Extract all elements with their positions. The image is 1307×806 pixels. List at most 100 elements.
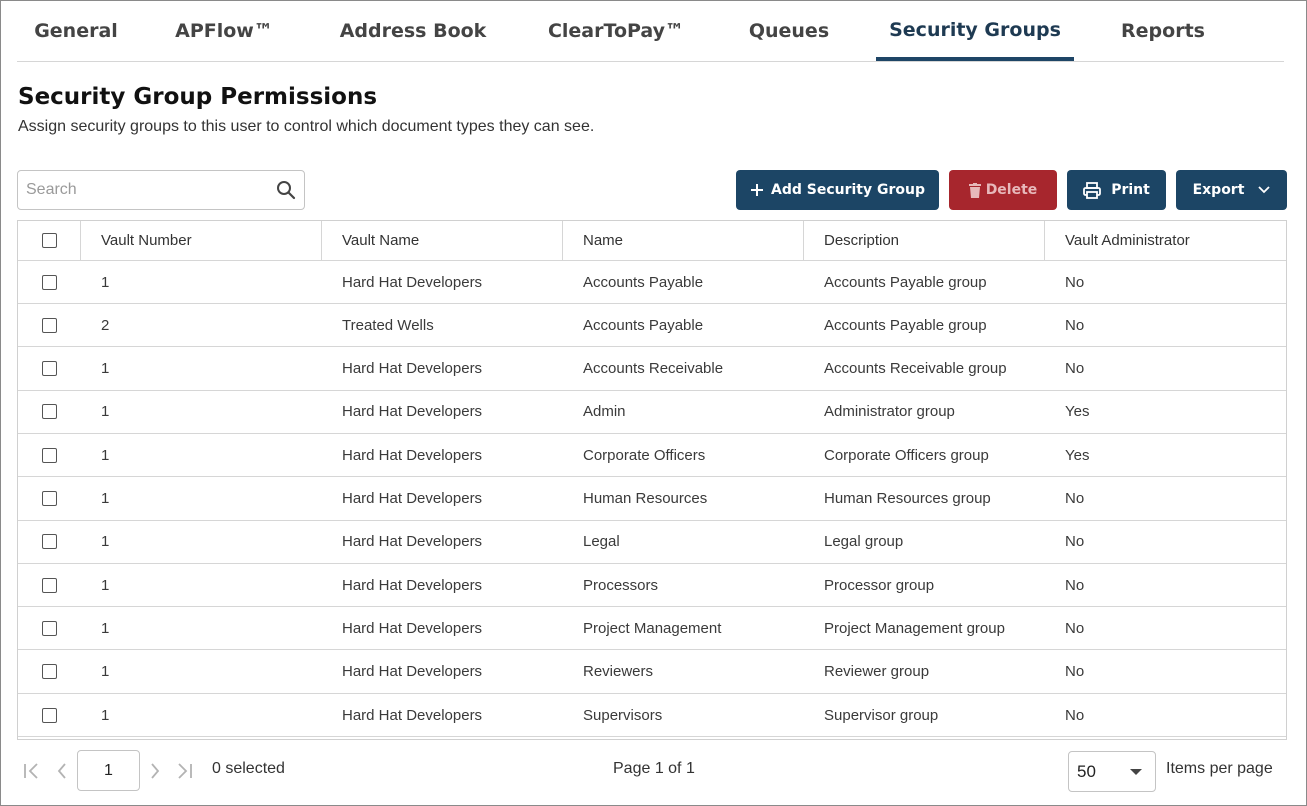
row-checkbox-cell	[18, 564, 81, 606]
table-row[interactable]: 1 Hard Hat Developers Legal Legal group No	[18, 521, 1286, 564]
print-button[interactable]: Print	[1067, 170, 1166, 210]
cell-vault-administrator: No	[1065, 490, 1085, 507]
search-icon[interactable]	[276, 180, 296, 200]
cell-description: Accounts Receivable group	[824, 360, 1007, 378]
previous-page-icon[interactable]	[52, 760, 72, 782]
tab-security-groups[interactable]: Security Groups	[876, 0, 1074, 61]
add-security-group-label: Add Security Group	[771, 182, 925, 198]
table-row[interactable]: 1 Hard Hat Developers Reviewers Reviewer gr…	[18, 651, 1286, 694]
cell-vault-number: 2	[101, 316, 110, 334]
row-checkbox[interactable]	[42, 664, 57, 680]
page-title: Security Group Permissions	[18, 84, 378, 110]
chevron-down-icon	[1258, 186, 1271, 194]
column-header-vault-number[interactable]: Vault Number	[81, 221, 322, 260]
tab-general[interactable]: General	[17, 0, 135, 62]
cell-name: Reviewers	[583, 663, 654, 681]
search-input[interactable]	[18, 171, 268, 209]
trash-icon	[968, 182, 981, 198]
export-button[interactable]: Export	[1176, 170, 1287, 210]
table-row[interactable]: 1 Hard Hat Developers Accounts Receivable A…	[18, 348, 1286, 391]
column-header-name[interactable]: Name	[563, 221, 804, 260]
row-checkbox[interactable]	[42, 404, 57, 420]
cell-vault-number: 1	[101, 360, 110, 378]
row-checkbox-cell	[18, 607, 81, 649]
page-subtitle: Assign security groups to this user to c…	[18, 118, 595, 135]
items-per-page-label: Items per page	[1166, 760, 1273, 777]
cell-vault-administrator: No	[1065, 360, 1085, 378]
cell-name: Processors	[583, 576, 659, 594]
next-page-icon[interactable]	[145, 760, 165, 782]
row-checkbox[interactable]	[42, 707, 57, 723]
cell-vault-name: Hard Hat Developers	[342, 273, 483, 291]
row-checkbox-cell	[18, 521, 81, 563]
cell-vault-administrator: No	[1065, 576, 1085, 594]
delete-button[interactable]: Delete	[949, 170, 1057, 210]
cell-vault-name: Hard Hat Developers	[342, 619, 483, 637]
cell-description: Project Management group	[824, 619, 1005, 637]
tab-address-book[interactable]: Address Book	[333, 0, 493, 62]
row-checkbox[interactable]	[42, 577, 57, 593]
first-page-icon[interactable]	[22, 760, 42, 782]
table-row[interactable]: 1 Hard Hat Developers Processors Processor …	[18, 564, 1286, 608]
items-per-page-value: 50	[1077, 762, 1096, 781]
row-checkbox-cell	[18, 261, 81, 303]
cell-vault-administrator: No	[1065, 533, 1085, 551]
column-header-vault-name[interactable]: Vault Name	[322, 221, 563, 260]
cell-description: Accounts Payable group	[824, 273, 987, 291]
table-row[interactable]: 1 Hard Hat Developers Project Management Pr…	[18, 607, 1286, 651]
table-row[interactable]: 1 Hard Hat Developers Human Resources Human…	[18, 478, 1286, 521]
select-all-checkbox[interactable]	[41, 233, 57, 248]
cell-vault-administrator: No	[1065, 706, 1085, 724]
row-checkbox[interactable]	[42, 274, 57, 290]
tab-apflow[interactable]: APFlow™	[165, 0, 283, 62]
row-checkbox-cell	[18, 348, 81, 390]
cell-vault-name: Hard Hat Developers	[342, 576, 483, 594]
column-header-description[interactable]: Description	[804, 221, 1045, 260]
cell-name: Supervisors	[583, 706, 663, 724]
cell-description: Processor group	[824, 576, 935, 594]
items-per-page-select[interactable]: 50	[1068, 751, 1156, 792]
cell-description: Legal group	[824, 533, 904, 551]
table-row[interactable]: 1 Hard Hat Developers Accounts Payable Acco…	[18, 261, 1286, 304]
column-header-vault-administrator[interactable]: Vault Administrator	[1045, 221, 1286, 260]
cell-name: Accounts Payable	[583, 316, 704, 334]
cell-vault-administrator: No	[1065, 663, 1085, 681]
tab-reports[interactable]: Reports	[1115, 0, 1211, 62]
cell-vault-name: Treated Wells	[342, 316, 434, 334]
tab-queues[interactable]: Queues	[737, 0, 841, 62]
cell-vault-number: 1	[101, 706, 110, 724]
current-page-input[interactable]: 1	[77, 750, 140, 791]
tab-bar: General APFlow™ Address Book ClearToPay™…	[17, 0, 1284, 62]
plus-icon	[751, 184, 763, 196]
cell-description: Reviewer group	[824, 663, 930, 681]
header-checkbox-cell	[18, 221, 81, 260]
selected-count: 0 selected	[212, 760, 285, 777]
row-checkbox[interactable]	[42, 317, 57, 333]
add-security-group-button[interactable]: Add Security Group	[736, 170, 939, 210]
cell-vault-number: 1	[101, 490, 110, 507]
export-label: Export	[1192, 182, 1245, 198]
page-indicator: Page 1 of 1	[613, 760, 695, 777]
row-checkbox[interactable]	[42, 447, 57, 463]
cell-vault-administrator: Yes	[1065, 403, 1090, 421]
last-page-icon[interactable]	[174, 760, 194, 782]
printer-icon	[1083, 181, 1102, 199]
print-label: Print	[1111, 182, 1150, 198]
cell-description: Supervisor group	[824, 706, 939, 724]
cell-description: Accounts Payable group	[824, 316, 987, 334]
table-row[interactable]: 1 Hard Hat Developers Corporate Officers Co…	[18, 434, 1286, 478]
row-checkbox[interactable]	[42, 534, 57, 550]
table-row[interactable]: 2 Treated Wells Accounts Payable Accounts P…	[18, 304, 1286, 348]
cell-description: Corporate Officers group	[824, 446, 989, 464]
row-checkbox[interactable]	[42, 620, 57, 636]
cell-name: Human Resources	[583, 490, 708, 507]
row-checkbox[interactable]	[42, 361, 57, 377]
cell-name: Accounts Payable	[583, 273, 704, 291]
row-checkbox[interactable]	[42, 491, 57, 506]
cell-vault-name: Hard Hat Developers	[342, 663, 483, 681]
table-row[interactable]: 1 Hard Hat Developers Supervisors Superviso…	[18, 694, 1286, 737]
tab-cleartopay[interactable]: ClearToPay™	[537, 0, 695, 62]
table-row[interactable]: 1 Hard Hat Developers Admin Administrator g…	[18, 391, 1286, 434]
row-checkbox-cell	[18, 434, 81, 476]
cell-vault-number: 1	[101, 533, 110, 551]
